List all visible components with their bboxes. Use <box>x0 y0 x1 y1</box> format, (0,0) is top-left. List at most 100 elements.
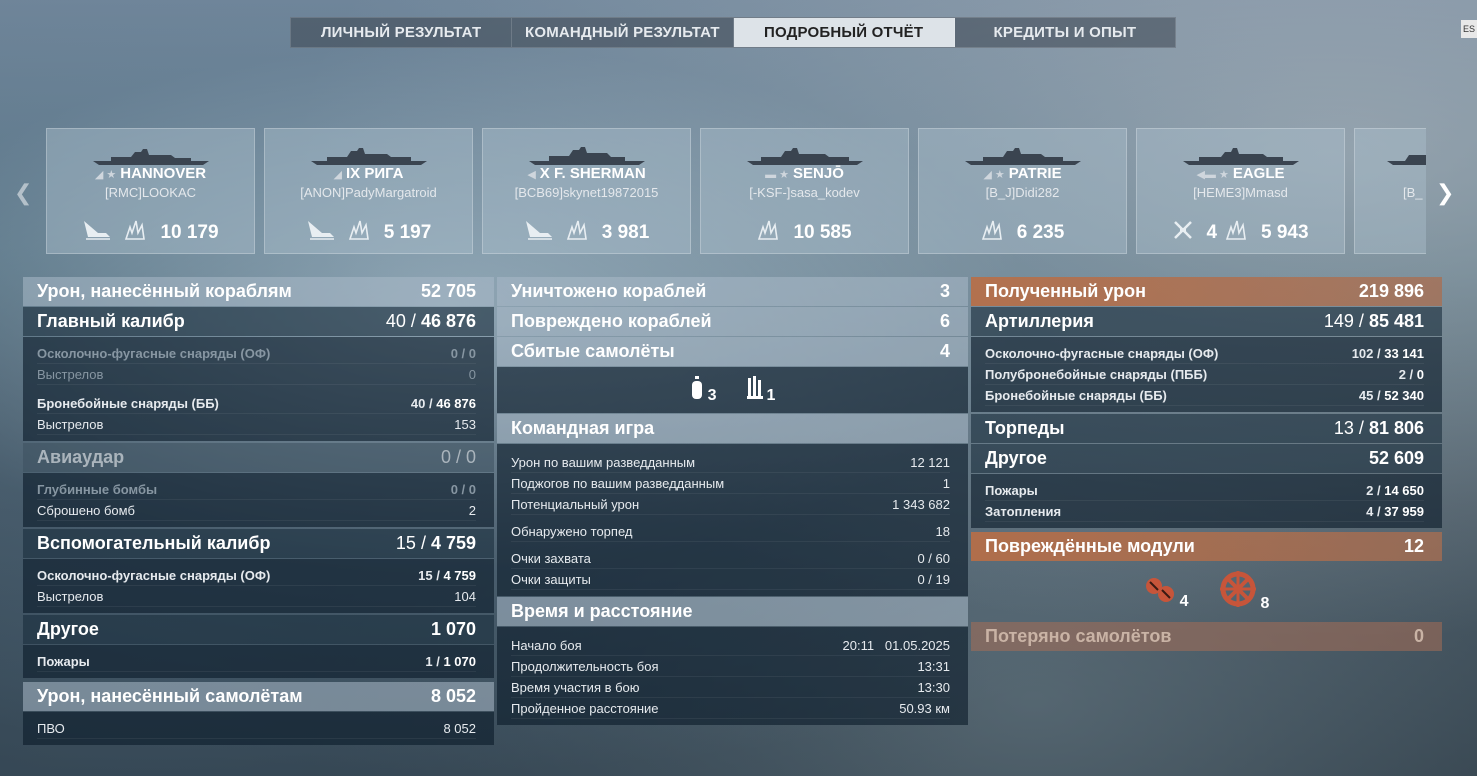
stat-row: Выстрелов 104 <box>37 586 476 607</box>
tab-detailed-report[interactable]: ПОДРОБНЫЙ ОТЧЁТ <box>733 18 955 47</box>
torpedo-hit-icon <box>82 219 112 247</box>
planes-shot-header: Сбитые самолёты 4 <box>497 337 968 366</box>
modules-header: Повреждённые модули 12 <box>971 532 1442 561</box>
stat-row: Начало боя 20:11 01.05.2025 <box>511 635 950 656</box>
player-name: [HEME3]Mmasd <box>1193 185 1288 200</box>
tab-team-result[interactable]: КОМАНДНЫЙ РЕЗУЛЬТАТ <box>512 18 734 47</box>
time-distance-header: Время и расстояние <box>497 597 968 626</box>
stat-row: Пожары 1 / 1 070 <box>37 651 476 672</box>
player-name: [B_ <box>1403 185 1423 200</box>
team-play-body: Урон по вашим разведданным 12 121 Поджого… <box>497 444 968 596</box>
ship-silhouette-icon <box>310 148 427 165</box>
stat-row: Пожары 2 / 14 650 <box>985 480 1424 501</box>
main-battery-body: Осколочно-фугасные снаряды (ОФ) 0 / 0 Выс… <box>23 337 494 441</box>
ship-card[interactable]: ◀ X F. SHERMAN [BCB69]skynet19872015 3 98… <box>482 128 691 254</box>
stat-row: Очки защиты 0 / 19 <box>511 569 950 590</box>
carousel-left-arrow-icon[interactable]: ❮ <box>14 180 32 206</box>
ship-name: ◢ ★ PATRIE <box>983 165 1062 182</box>
damage-ribbon-icon <box>757 219 781 247</box>
stat-row: Осколочно-фугасные снаряды (ОФ) 15 / 4 75… <box>37 565 476 586</box>
ship-stats: 10 179 <box>47 219 254 247</box>
damage-planes-header: Урон, нанесённый самолётам 8 052 <box>23 682 494 711</box>
ribbon-value: 3 981 <box>601 222 650 243</box>
ship-card[interactable]: ▬ ★ SENJŌ [-KSF-]sasa_kodev 10 585 <box>700 128 909 254</box>
stat-row: Бронебойные снаряды (ББ) 45 / 52 340 <box>985 385 1424 406</box>
ship-class-icon: ▬ ★ <box>765 169 790 181</box>
torpedo-hit-icon <box>306 219 336 247</box>
ship-card-partial[interactable]: [B_ <box>1354 128 1426 254</box>
tab-personal-result[interactable]: ЛИЧНЫЙ РЕЗУЛЬТАТ <box>291 18 513 47</box>
ship-name: ◀▬ ★ EAGLE <box>1196 165 1285 182</box>
artillery-body: Осколочно-фугасные снаряды (ОФ) 102 / 33 … <box>971 337 1442 412</box>
ship-stats: 10 585 <box>701 219 908 247</box>
ribbon-value: 5 943 <box>1261 222 1309 243</box>
aircraft-destroyed-icon <box>1172 219 1194 247</box>
damage-ribbon-icon <box>1225 219 1249 247</box>
ship-carousel: ◢ ★ HANNOVER [RMC]LOOKAC 10 179 ◢ IX РИГА … <box>46 128 1426 254</box>
stat-row: Поджогов по вашим разведданным 1 <box>511 473 950 494</box>
module-icons: 4 8 <box>971 562 1442 620</box>
airstrike-body: Глубинные бомбы 0 / 0 Сброшено бомб 2 <box>23 473 494 527</box>
stat-row: Урон по вашим разведданным 12 121 <box>511 452 950 473</box>
planes-shot-icons: 3 1 <box>497 367 968 413</box>
secondary-header: Вспомогательный калибр 15 / 4 759 <box>23 529 494 558</box>
ribbon-value: 10 585 <box>793 222 852 243</box>
damage-ribbon-icon <box>981 219 1005 247</box>
destroyed-header: Уничтожено кораблей 3 <box>497 277 968 306</box>
ship-name: ◀ X F. SHERMAN <box>527 165 646 182</box>
stat-row: Пройденное расстояние 50.93 км <box>511 698 950 719</box>
ship-card[interactable]: ◢ IX РИГА [ANON]PadyMargatroid 5 197 <box>264 128 473 254</box>
torpedoes-header: Торпеды 13 / 81 806 <box>971 414 1442 443</box>
ship-name: ◢ IX РИГА <box>333 165 404 182</box>
ship-name: ◢ ★ HANNOVER <box>94 165 207 182</box>
stat-row: Осколочно-фугасные снаряды (ОФ) 102 / 33 … <box>985 343 1424 364</box>
ribbon-value: 6 235 <box>1016 222 1065 243</box>
damage-ribbon-icon <box>124 219 148 247</box>
aircraft-destroyed-value: 4 <box>1206 222 1218 243</box>
ribbon-value: 5 197 <box>383 222 432 243</box>
ship-silhouette-icon <box>964 148 1081 165</box>
battle-summary-panel: Уничтожено кораблей 3 Повреждено кораблей… <box>497 277 968 725</box>
time-distance-body: Начало боя 20:11 01.05.2025 Продолжительн… <box>497 627 968 725</box>
ship-card[interactable]: ◢ ★ PATRIE [B_J]Didi282 6 235 <box>918 128 1127 254</box>
ship-class-icon: ◢ ★ <box>94 169 117 181</box>
other-header: Другое 1 070 <box>23 615 494 644</box>
carousel-right-arrow-icon[interactable]: ❯ <box>1436 180 1454 206</box>
ship-card[interactable]: ◀▬ ★ EAGLE [HEME3]Mmasd 4 5 943 <box>1136 128 1345 254</box>
player-name: [ANON]PadyMargatroid <box>300 185 437 200</box>
ship-stats: 5 197 <box>265 219 472 247</box>
tab-credits-xp[interactable]: КРЕДИТЫ И ОПЫТ <box>955 18 1175 47</box>
torpedo-hit-icon <box>524 219 554 247</box>
damage-planes-body: ПВО 8 052 <box>23 712 494 745</box>
ship-class-icon: ◢ ★ <box>983 169 1005 181</box>
esc-badge[interactable]: ES <box>1461 20 1477 38</box>
ship-stats: 6 235 <box>919 219 1126 247</box>
turret-icon: 4 <box>1144 572 1189 611</box>
stat-row: Затопления 4 / 37 959 <box>985 501 1424 522</box>
aa-gun-icon: 1 <box>746 375 775 405</box>
ship-name: ▬ ★ SENJŌ <box>765 165 844 182</box>
damage-dealt-panel: Урон, нанесённый кораблям 52 705 Главный … <box>23 277 494 745</box>
ship-class-icon: ◀ <box>527 169 536 181</box>
team-play-header: Командная игра <box>497 414 968 443</box>
damage-ribbon-icon <box>348 219 372 247</box>
received-other-header: Другое 52 609 <box>971 444 1442 473</box>
ribbon-value: 10 179 <box>160 222 219 243</box>
stat-row: Продолжительность боя 13:31 <box>511 656 950 677</box>
stat-row: Потенциальный урон 1 343 682 <box>511 494 950 515</box>
result-tabs: ЛИЧНЫЙ РЕЗУЛЬТАТ КОМАНДНЫЙ РЕЗУЛЬТАТ ПОД… <box>290 17 1176 48</box>
ship-silhouette-icon <box>1182 148 1299 165</box>
stat-row: Полубронебойные снаряды (ПББ) 2 / 0 <box>985 364 1424 385</box>
stat-row: Очки захвата 0 / 60 <box>511 548 950 569</box>
player-name: [BCB69]skynet19872015 <box>514 185 659 200</box>
ship-silhouette-icon <box>92 149 209 165</box>
ship-silhouette-icon <box>1387 155 1426 165</box>
damaged-header: Повреждено кораблей 6 <box>497 307 968 336</box>
ship-silhouette-icon <box>746 148 863 165</box>
other-body: Пожары 1 / 1 070 <box>23 645 494 678</box>
stat-row: Бронебойные снаряды (ББ) 40 / 46 876 <box>37 393 476 414</box>
ship-card[interactable]: ◢ ★ HANNOVER [RMC]LOOKAC 10 179 <box>46 128 255 254</box>
stat-row: Обнаружено торпед 18 <box>511 521 950 542</box>
stat-row: Глубинные бомбы 0 / 0 <box>37 479 476 500</box>
artillery-header: Артиллерия 149 / 85 481 <box>971 307 1442 336</box>
